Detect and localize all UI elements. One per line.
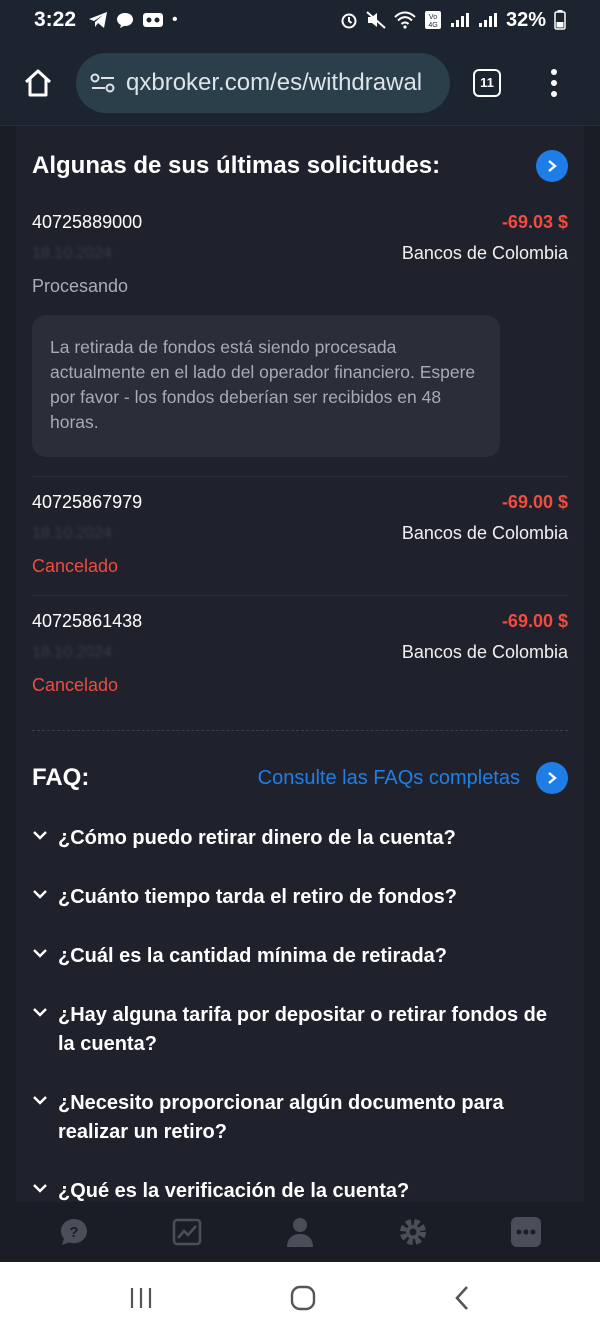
request-status: Procesando <box>32 276 129 296</box>
request-id: 40725867979 <box>32 492 143 512</box>
divider <box>32 595 568 596</box>
recents-icon <box>130 1287 151 1308</box>
site-settings-icon <box>90 73 115 92</box>
faq-item[interactable]: ¿Cuánto tiempo tarda el retiro de fondos… <box>32 883 568 912</box>
profile-icon <box>286 1218 313 1247</box>
signal-icon <box>450 13 469 27</box>
faq-item[interactable]: ¿Cómo puedo retirar dinero de la cuenta? <box>32 824 568 853</box>
faq-divider <box>32 730 568 731</box>
tabs-button[interactable]: 11 <box>450 68 524 97</box>
request-bank: Bancos de Colombia <box>401 642 568 662</box>
request-item[interactable]: 40725861438 -69.00 $ 18.10.2024 Bancos d… <box>32 611 568 696</box>
chevron-right-icon <box>548 160 557 172</box>
telegram-icon <box>89 12 108 28</box>
nav-more[interactable] <box>496 1216 556 1248</box>
request-id: 40725861438 <box>32 611 143 631</box>
faq-full-link[interactable]: Consulte las FAQs completas <box>258 767 520 790</box>
status-bar: 3:22 • Vo 4G 32% <box>0 0 600 40</box>
menu-dot <box>551 90 557 97</box>
request-amount: -69.00 $ <box>501 492 568 512</box>
app-bottom-nav: ? <box>0 1202 600 1262</box>
home-button[interactable] <box>0 68 76 98</box>
home-circle-icon <box>290 1285 316 1310</box>
withdrawal-panel: Algunas de sus últimas solicitudes: 4072… <box>16 126 584 1202</box>
request-amount: -69.03 $ <box>501 212 568 232</box>
faq-question: ¿Necesito proporcionar algún documento p… <box>58 1092 504 1143</box>
help-icon: ? <box>61 1219 88 1245</box>
faq-question: ¿Cuál es la cantidad mínima de retirada? <box>58 945 448 967</box>
home-nav-button[interactable] <box>289 1284 317 1317</box>
more-icon <box>510 1217 541 1247</box>
faq-question: ¿Qué es la verificación de la cuenta? <box>58 1180 410 1202</box>
processing-note: La retirada de fondos está siendo proces… <box>32 315 500 457</box>
mute-icon <box>366 11 386 29</box>
requests-title: Algunas de sus últimas solicitudes: <box>32 152 441 179</box>
settings-icon <box>399 1219 426 1245</box>
chevron-down-icon <box>32 1089 58 1147</box>
chevron-down-icon <box>32 824 58 853</box>
request-date: 18.10.2024 <box>32 643 113 661</box>
request-date: 18.10.2024 <box>32 524 113 542</box>
svg-text:4G: 4G <box>428 22 437 29</box>
back-button[interactable] <box>452 1284 472 1317</box>
faq-more-button[interactable] <box>536 762 568 794</box>
browser-toolbar: qxbroker.com/es/withdrawal 11 <box>0 40 600 126</box>
nav-settings[interactable] <box>383 1216 443 1248</box>
dot-icon: • <box>172 11 178 28</box>
svg-text:Vo: Vo <box>429 14 437 21</box>
nav-profile[interactable] <box>270 1216 330 1248</box>
chevron-down-icon <box>32 883 58 912</box>
request-item[interactable]: 40725867979 -69.00 $ 18.10.2024 Bancos d… <box>32 492 568 577</box>
faq-title: FAQ: <box>32 764 90 791</box>
chevron-right-icon <box>548 772 557 784</box>
nav-trade[interactable] <box>157 1218 217 1246</box>
request-date: 18.10.2024 <box>32 244 113 262</box>
home-icon <box>24 69 52 96</box>
back-icon <box>455 1285 469 1310</box>
faq-question: ¿Cómo puedo retirar dinero de la cuenta? <box>58 827 456 849</box>
chevron-down-icon <box>32 942 58 971</box>
signal-icon-2 <box>478 13 497 27</box>
alarm-icon <box>341 13 357 29</box>
address-bar[interactable]: qxbroker.com/es/withdrawal <box>76 52 450 113</box>
chevron-down-icon <box>32 1001 58 1059</box>
faq-question: ¿Hay alguna tarifa por depositar o retir… <box>58 1004 547 1055</box>
faq-header: FAQ: Consulte las FAQs completas <box>32 762 568 794</box>
voicemail-icon <box>143 13 164 27</box>
request-bank: Bancos de Colombia <box>401 243 568 263</box>
battery-icon <box>554 10 566 30</box>
requests-header: Algunas de sus últimas solicitudes: <box>32 150 568 182</box>
tab-count: 11 <box>473 68 501 97</box>
menu-dot <box>551 79 557 86</box>
request-item[interactable]: 40725889000 -69.03 $ 18.10.2024 Bancos d… <box>32 212 568 457</box>
battery-level: 32% <box>505 8 546 31</box>
request-amount: -69.00 $ <box>501 611 568 631</box>
recents-button[interactable] <box>128 1286 154 1315</box>
url-text: qxbroker.com/es/withdrawal <box>126 68 423 96</box>
svg-text:?: ? <box>70 1224 79 1241</box>
requests-more-button[interactable] <box>536 150 568 182</box>
faq-item[interactable]: ¿Hay alguna tarifa por depositar o retir… <box>32 1001 568 1059</box>
faq-item[interactable]: ¿Necesito proporcionar algún documento p… <box>32 1089 568 1147</box>
status-time: 3:22 <box>34 8 77 31</box>
request-status: Cancelado <box>32 675 119 695</box>
faq-question: ¿Cuánto tiempo tarda el retiro de fondos… <box>58 886 457 908</box>
system-nav-bar <box>0 1262 600 1338</box>
chat-icon <box>117 13 134 28</box>
request-bank: Bancos de Colombia <box>401 523 568 543</box>
chevron-down-icon <box>32 1177 58 1202</box>
request-id: 40725889000 <box>32 212 143 232</box>
faq-item[interactable]: ¿Qué es la verificación de la cuenta? <box>32 1177 568 1202</box>
divider <box>32 476 568 477</box>
faq-item[interactable]: ¿Cuál es la cantidad mínima de retirada? <box>32 942 568 971</box>
volte-icon: Vo4G <box>424 11 441 29</box>
request-status: Cancelado <box>32 556 119 576</box>
browser-menu-button[interactable] <box>524 68 584 97</box>
nav-help[interactable]: ? <box>44 1217 104 1247</box>
wifi-icon <box>394 11 416 29</box>
chart-icon <box>172 1218 202 1246</box>
menu-dot <box>551 68 557 75</box>
